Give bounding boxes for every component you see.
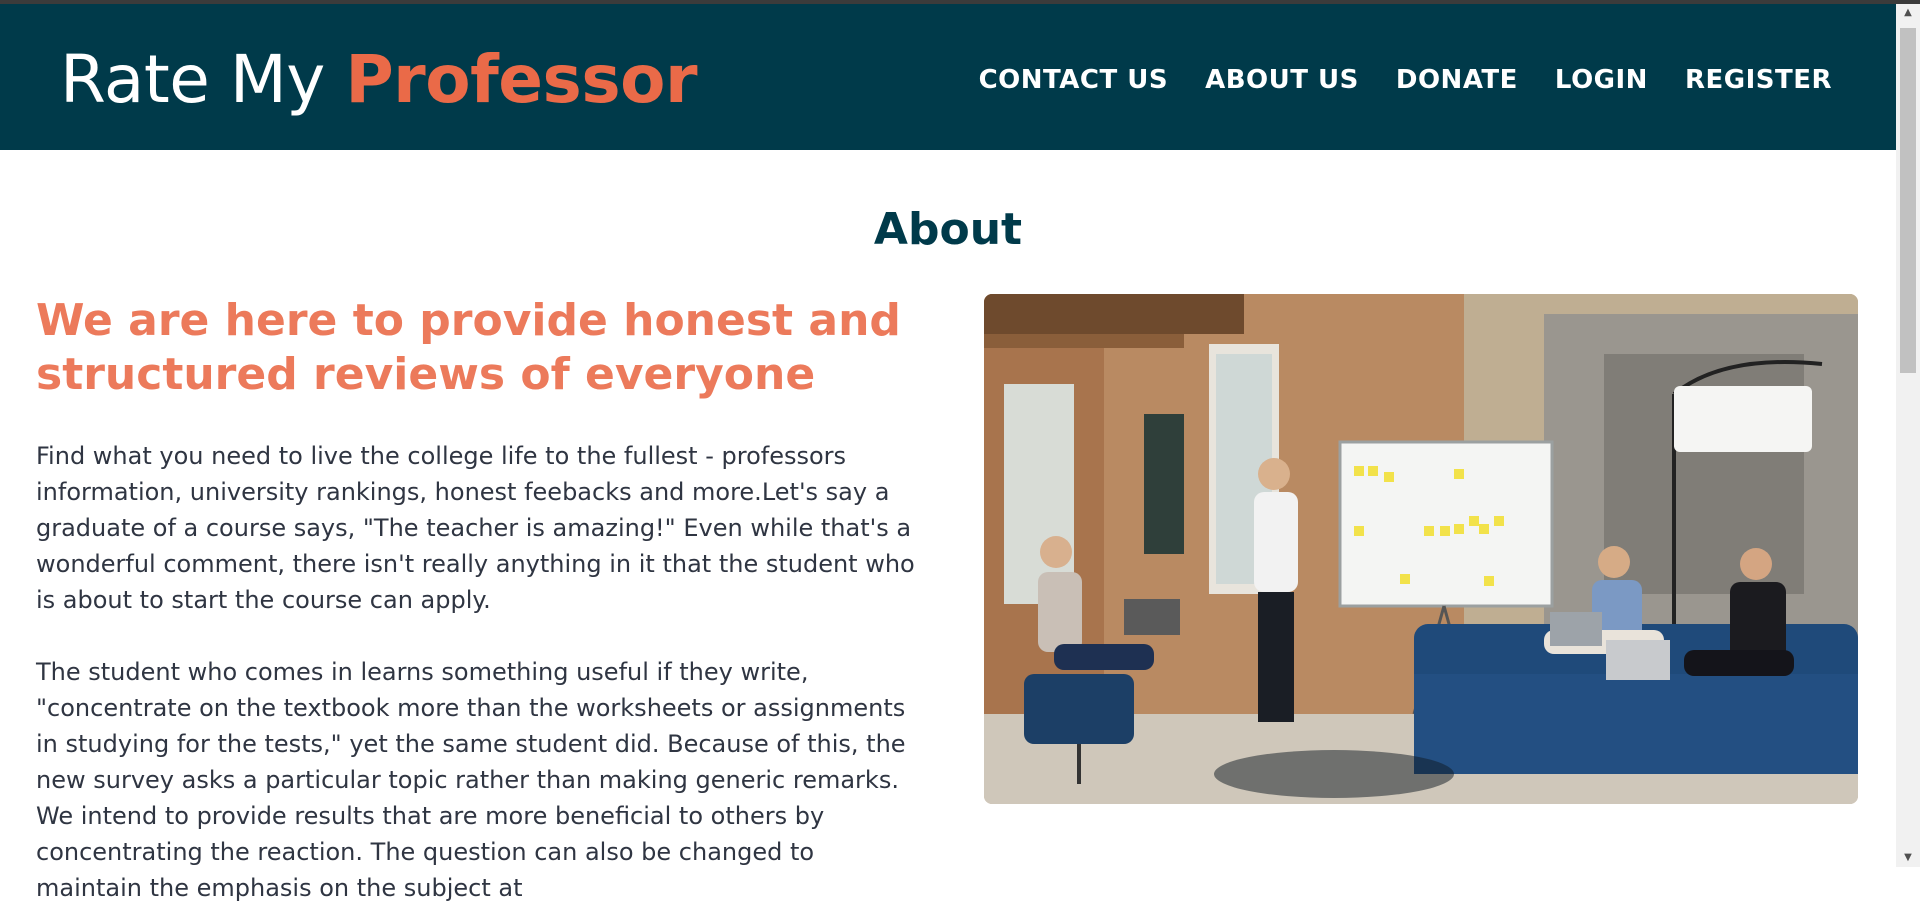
nav-contact-us[interactable]: CONTACT US — [979, 60, 1169, 100]
chevron-up-icon[interactable]: ▲ — [1896, 4, 1920, 22]
brand-text: Rate My — [60, 41, 346, 118]
main-nav: CONTACT US ABOUT US DONATE LOGIN REGISTE… — [979, 60, 1832, 100]
nav-register[interactable]: REGISTER — [1685, 60, 1832, 100]
about-headline: We are here to provide honest and struct… — [36, 295, 901, 400]
chevron-down-icon[interactable]: ▼ — [1896, 849, 1920, 867]
about-paragraph-2: The student who comes in learns somethin… — [36, 658, 906, 902]
brand-accent-text: Professor — [345, 41, 698, 118]
nav-donate[interactable]: DONATE — [1396, 60, 1518, 100]
vertical-scrollbar[interactable]: ▲ ▼ — [1896, 4, 1920, 867]
nav-login[interactable]: LOGIN — [1555, 60, 1648, 100]
navbar: Rate My Professor CONTACT US ABOUT US DO… — [0, 4, 1896, 150]
page-title: About — [873, 204, 1023, 255]
brand-logo[interactable]: Rate My Professor — [60, 40, 698, 120]
nav-about-us[interactable]: ABOUT US — [1205, 60, 1359, 100]
about-paragraph-1: Find what you need to live the college l… — [36, 442, 915, 614]
scrollbar-thumb[interactable] — [1900, 28, 1916, 373]
team-meeting-photo — [984, 294, 1858, 804]
